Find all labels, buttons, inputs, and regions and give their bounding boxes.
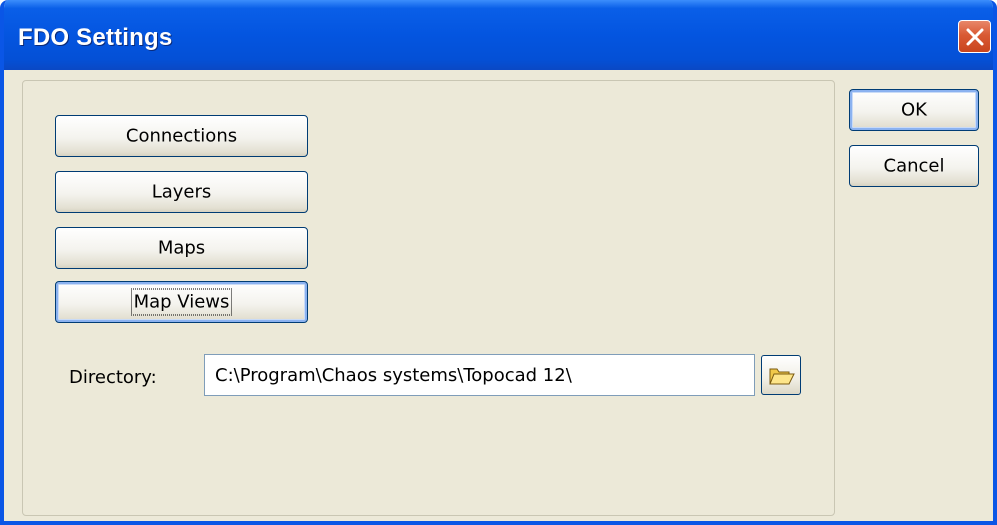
maps-button-label: Maps xyxy=(157,237,206,259)
connections-button[interactable]: Connections xyxy=(55,115,308,157)
ok-button-label: OK xyxy=(901,99,927,121)
close-icon xyxy=(966,28,984,46)
maps-button[interactable]: Maps xyxy=(55,227,308,269)
cancel-button[interactable]: Cancel xyxy=(849,145,979,187)
directory-input[interactable] xyxy=(204,354,755,396)
map-views-button-label: Map Views xyxy=(130,288,233,316)
window-title: FDO Settings xyxy=(18,24,173,51)
layers-button-label: Layers xyxy=(151,181,212,203)
title-bar[interactable]: FDO Settings xyxy=(4,0,993,70)
cancel-button-label: Cancel xyxy=(883,155,945,177)
connections-button-label: Connections xyxy=(125,125,238,147)
browse-folder-button[interactable] xyxy=(761,355,801,395)
map-views-button[interactable]: Map Views xyxy=(55,281,308,323)
layers-button[interactable]: Layers xyxy=(55,171,308,213)
folder-open-icon xyxy=(769,368,795,385)
fdo-settings-dialog: FDO Settings Connections Layers Maps Map… xyxy=(0,0,997,525)
close-button[interactable] xyxy=(958,20,991,53)
directory-label: Directory: xyxy=(69,367,157,388)
ok-button[interactable]: OK xyxy=(849,89,979,131)
